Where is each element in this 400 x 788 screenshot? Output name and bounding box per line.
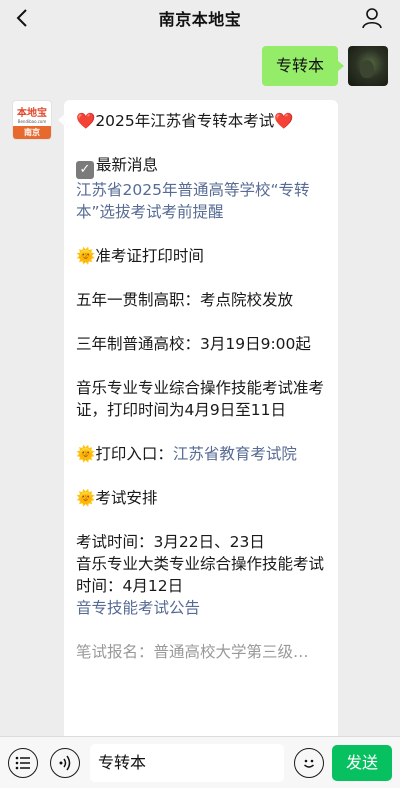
outgoing-message-bubble[interactable]: 专转本 (261, 46, 345, 86)
bot-avatar[interactable]: 本地宝 Bendibao.com 南京 (12, 100, 52, 140)
admission-label-text: 准考证打印时间 (95, 247, 204, 265)
admission-print-label: 🌞准考证打印时间 (76, 245, 326, 267)
logo-brand: 本地宝 (17, 108, 47, 119)
menu-button[interactable] (8, 747, 38, 778)
schedule-label-text: 考试安排 (95, 489, 158, 507)
voice-button[interactable] (50, 747, 80, 778)
cut-off-line: 笔试报名：普通高校大学第三级… (76, 643, 309, 661)
smiley-icon (304, 759, 314, 768)
back-button[interactable] (8, 4, 36, 32)
chat-area[interactable]: 专转本 本地宝 Bendibao.com 南京 ❤️2025年江苏省专转本考试❤… (0, 36, 400, 736)
music-admission-info: 音乐专业专业综合操作技能考试准考证，打印时间为4月9日至11日 (76, 379, 325, 419)
list-icon (15, 756, 30, 769)
music-exam-time: 音乐专业大类专业综合操作技能考试时间：4月12日 (76, 555, 325, 595)
heart-icon: ❤️ (76, 112, 96, 130)
sun-icon: 🌞 (76, 247, 96, 265)
message-input[interactable]: 专转本 (90, 743, 284, 782)
sun-icon: 🌞 (76, 489, 96, 507)
voice-icon (59, 755, 71, 770)
headline-text: 2025年江苏省专转本考试 (95, 112, 275, 130)
headline: ❤️2025年江苏省专转本考试❤️ (76, 110, 326, 132)
print-entry-label: 打印入口： (95, 445, 173, 463)
exam-schedule-label: 🌞考试安排 (76, 487, 326, 509)
heart-icon: ❤️ (274, 112, 294, 130)
latest-news-link[interactable]: 江苏省2025年普通高等学校“专转本”选拔考试考前提醒 (76, 179, 326, 223)
latest-news-label: ✓ 最新消息 (76, 154, 326, 179)
chat-header: 南京本地宝 (0, 0, 400, 36)
logo-city: 南京 (13, 126, 51, 139)
person-icon (362, 8, 382, 29)
checkbox-icon: ✓ (76, 161, 94, 179)
emoji-button[interactable] (294, 747, 324, 778)
five-year-info: 五年一贯制高职：考点院校发放 (76, 291, 294, 309)
logo-domain: Bendibao.com (17, 119, 47, 124)
latest-label-text: 最新消息 (96, 156, 159, 174)
chat-title: 南京本地宝 (158, 10, 242, 29)
music-notice-link[interactable]: 音专技能考试公告 (76, 597, 326, 619)
three-year-info: 三年制普通高校：3月19日9:00起 (76, 335, 311, 353)
outgoing-message-row: 专转本 (261, 46, 388, 86)
sun-icon: 🌞 (76, 445, 96, 463)
exam-time: 考试时间：3月22日、23日 (76, 533, 265, 551)
user-avatar[interactable] (348, 46, 388, 86)
incoming-message-bubble[interactable]: ❤️2025年江苏省专转本考试❤️ ✓ 最新消息 江苏省2025年普通高等学校“专… (58, 100, 338, 736)
chat-info-button[interactable] (358, 4, 386, 32)
print-entry-link[interactable]: 江苏省教育考试院 (173, 445, 297, 463)
send-button[interactable]: 发送 (332, 744, 392, 781)
composer-bar: 专转本 发送 (0, 736, 400, 788)
print-entry: 🌞打印入口：江苏省教育考试院 (76, 443, 326, 465)
chevron-left-icon (16, 9, 27, 27)
